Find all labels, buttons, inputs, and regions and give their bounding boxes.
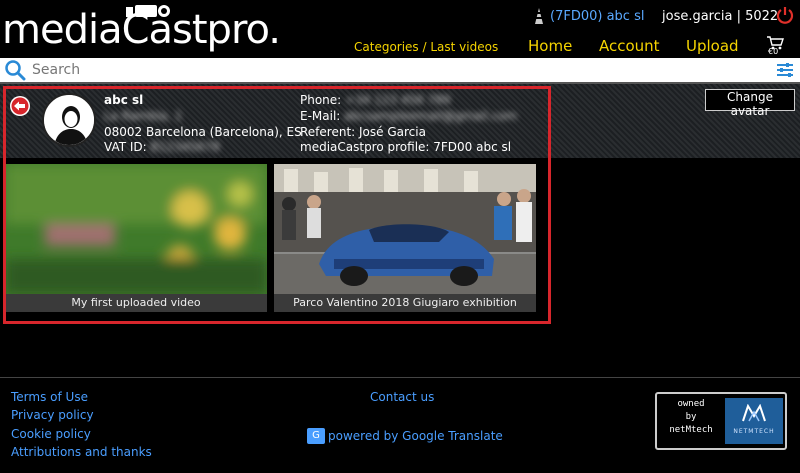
breadcrumb[interactable]: Categories / Last videos bbox=[354, 40, 498, 54]
google-translate-link[interactable]: powered by Google Translate bbox=[328, 429, 503, 443]
netmtech-m-icon bbox=[742, 404, 766, 422]
phone-label: Phone: bbox=[300, 93, 342, 107]
profile-link-label[interactable]: (7FD00) abc sl bbox=[550, 9, 644, 24]
avatar[interactable] bbox=[42, 93, 96, 147]
search-input[interactable] bbox=[32, 60, 732, 80]
filter-sliders-icon[interactable] bbox=[776, 61, 794, 79]
footer-attributions-link[interactable]: Attributions and thanks bbox=[11, 445, 152, 459]
company-name: abc sl bbox=[104, 93, 144, 107]
nav-home[interactable]: Home bbox=[528, 37, 572, 55]
video-card[interactable]: Parco Valentino 2018 Giugiaro exhibition bbox=[274, 164, 536, 312]
vat-label: VAT ID: bbox=[104, 140, 147, 154]
video-title[interactable]: My first uploaded video bbox=[5, 294, 267, 312]
camera-icon bbox=[126, 5, 170, 17]
search-bar bbox=[0, 58, 800, 82]
footer-privacy-link[interactable]: Privacy policy bbox=[11, 408, 94, 422]
cart-total: €0 bbox=[768, 47, 779, 56]
phone-row: Phone: +34 123 456 789 bbox=[300, 93, 451, 107]
netmtech-badge[interactable]: owned by netMtech NETMTECH bbox=[655, 392, 787, 450]
footer-contact-link[interactable]: Contact us bbox=[370, 390, 434, 404]
street-address: La Rambla, 1 bbox=[104, 109, 183, 123]
netmtech-logo: NETMTECH bbox=[725, 398, 783, 444]
footer-cookie-link[interactable]: Cookie policy bbox=[11, 427, 91, 441]
mediacastpro-logo[interactable]: mediaCastpro. bbox=[2, 5, 281, 54]
footer-terms-link[interactable]: Terms of Use bbox=[11, 390, 88, 404]
owned-by-text: owned by netMtech bbox=[669, 399, 713, 435]
user-info: jose.garcia | 5022 bbox=[662, 9, 779, 24]
antenna-icon bbox=[535, 8, 543, 24]
phone-value: +34 123 456 789 bbox=[345, 93, 451, 107]
search-icon[interactable] bbox=[4, 59, 26, 81]
back-arrow-icon[interactable] bbox=[9, 95, 31, 117]
nav-upload[interactable]: Upload bbox=[686, 37, 739, 55]
video-title[interactable]: Parco Valentino 2018 Giugiaro exhibition bbox=[274, 294, 536, 312]
netmtech-label: NETMTECH bbox=[733, 428, 775, 435]
city-line: 08002 Barcelona (Barcelona), ES bbox=[104, 125, 302, 139]
vat-value: B12345678 bbox=[150, 140, 220, 154]
profile-link[interactable]: (7FD00) abc sl bbox=[534, 8, 644, 24]
change-avatar-button[interactable]: Change avatar bbox=[705, 89, 795, 118]
video-thumbnail[interactable] bbox=[5, 164, 267, 294]
email-label: E-Mail: bbox=[300, 109, 341, 123]
vat-row: VAT ID: B12345678 bbox=[104, 140, 220, 154]
power-icon[interactable] bbox=[776, 6, 794, 24]
email-value: abcsampleemail@gmail.com bbox=[344, 109, 518, 123]
video-card[interactable]: My first uploaded video bbox=[5, 164, 267, 312]
mediacastpro-profile: mediaCastpro profile: 7FD00 abc sl bbox=[300, 140, 512, 154]
google-translate-icon: G bbox=[307, 428, 325, 444]
footer-divider bbox=[0, 377, 800, 378]
email-row: E-Mail: abcsampleemail@gmail.com bbox=[300, 109, 517, 123]
nav-account[interactable]: Account bbox=[599, 37, 660, 55]
referent: Referent: José Garcia bbox=[300, 125, 426, 139]
video-thumbnail[interactable] bbox=[274, 164, 536, 294]
header: mediaCastpro. (7FD00) abc sl jose.garcia… bbox=[0, 0, 800, 58]
